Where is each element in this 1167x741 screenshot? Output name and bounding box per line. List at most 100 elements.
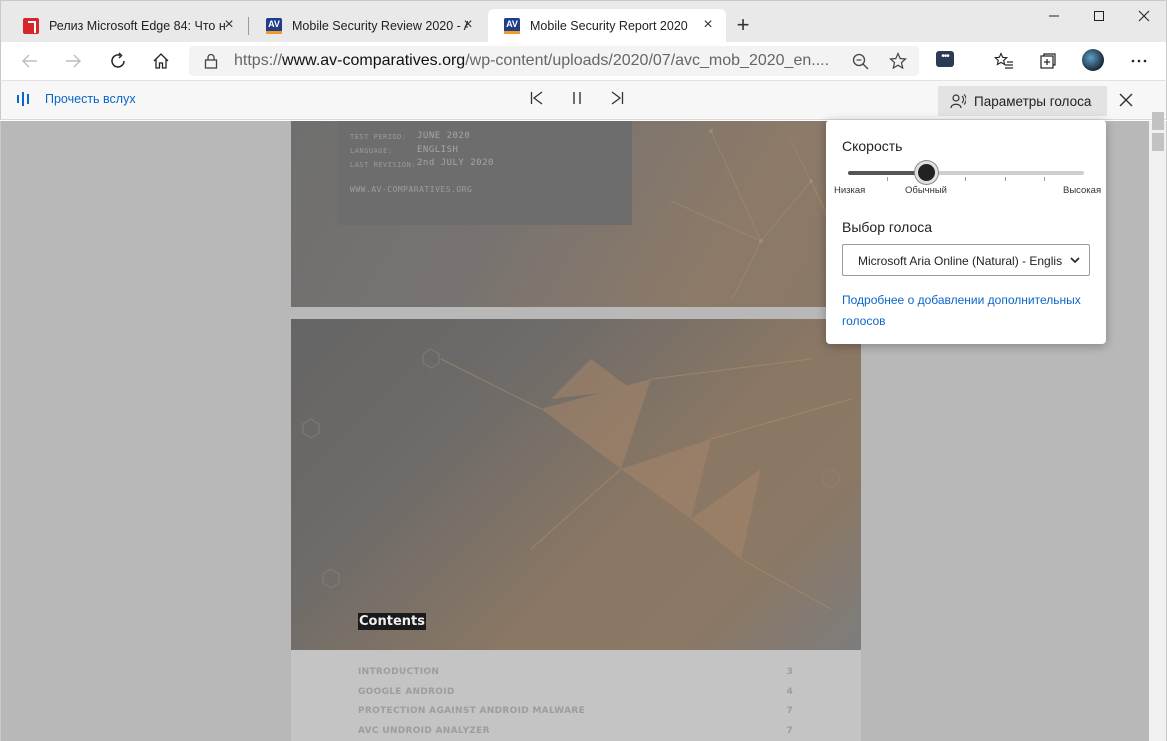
av-comparatives-favicon-icon: AV <box>266 18 282 34</box>
voice-icon <box>950 94 966 109</box>
speed-high-label: Высокая <box>1063 185 1102 196</box>
speed-low-label: Низкая <box>834 185 866 196</box>
voice-settings-button[interactable]: Параметры голоса <box>938 86 1107 116</box>
toc-entry-page: 7 <box>786 726 793 736</box>
maximize-button[interactable] <box>1076 1 1122 31</box>
language-value: ENGLISH <box>417 145 459 155</box>
tab-edge-release[interactable]: Релиз Microsoft Edge 84: Что но × <box>7 9 247 43</box>
previous-paragraph-icon[interactable] <box>529 90 545 106</box>
collections-button[interactable] <box>1034 47 1062 75</box>
pause-icon[interactable] <box>569 90 585 106</box>
toc-entry-title: INTRODUCTION <box>358 667 440 677</box>
lock-icon <box>204 53 218 69</box>
tab-mobile-security-report[interactable]: AV Mobile Security Report 2020 × <box>488 9 726 43</box>
test-period-label: TEST PERIOD: <box>350 133 407 141</box>
favorites-list-icon <box>994 52 1013 69</box>
scroll-thumb-placeholder <box>1152 112 1164 130</box>
edge-release-favicon-icon <box>23 18 39 34</box>
toc-entry[interactable]: GOOGLE ANDROID 4 <box>358 687 793 697</box>
toc-entry-title: PROTECTION AGAINST ANDROID MALWARE <box>358 706 586 716</box>
home-button[interactable] <box>147 47 175 75</box>
profile-avatar[interactable] <box>1082 49 1104 71</box>
toc-entry-page: 4 <box>786 687 793 697</box>
favorites-button[interactable] <box>990 47 1018 75</box>
slider-tick <box>887 177 888 181</box>
address-bar[interactable]: https://www.av-comparatives.org/wp-conte… <box>189 46 919 76</box>
toc-entry[interactable]: PROTECTION AGAINST ANDROID MALWARE 7 <box>358 706 793 716</box>
browser-toolbar: https://www.av-comparatives.org/wp-conte… <box>0 42 1167 80</box>
read-aloud-label: Прочесть вслух <box>45 92 136 106</box>
url-path: /wp-content/uploads/2020/07/avc_mob_2020… <box>465 52 830 69</box>
more-voices-link[interactable]: Подробнее о добавлении дополнительных го… <box>842 290 1097 332</box>
voice-select-value: Microsoft Aria Online (Natural) - Englis… <box>858 254 1063 268</box>
speed-normal-label: Обычный <box>905 185 947 196</box>
home-icon <box>153 53 169 69</box>
favorite-star-icon[interactable] <box>889 52 907 70</box>
new-tab-button[interactable]: + <box>731 13 755 37</box>
close-tab-icon[interactable]: × <box>700 17 716 33</box>
tab-mobile-security-review[interactable]: AV Mobile Security Review 2020 - AV × <box>250 9 486 43</box>
close-icon <box>1138 10 1150 22</box>
refresh-button[interactable] <box>104 47 132 75</box>
speed-title: Скорость <box>842 138 903 154</box>
back-button[interactable] <box>16 47 44 75</box>
extension-icon[interactable]: ••• <box>936 51 954 67</box>
maximize-icon <box>1094 11 1104 21</box>
minimize-icon <box>1049 15 1059 17</box>
pdf-page-contents: Contents <box>291 319 861 650</box>
toc-entry-title: GOOGLE ANDROID <box>358 687 455 697</box>
refresh-icon <box>111 52 125 68</box>
toc-entry[interactable]: INTRODUCTION 3 <box>358 667 793 677</box>
slider-tick <box>1044 177 1045 181</box>
url-scheme: https:// <box>234 52 283 69</box>
voice-select-dropdown[interactable]: Microsoft Aria Online (Natural) - Englis… <box>842 244 1090 276</box>
read-aloud-button[interactable]: Прочесть вслух <box>17 92 136 106</box>
pdf-page-cover: TEST PERIOD: JUNE 2020 LANGUAGE: ENGLISH… <box>291 121 861 307</box>
av-comparatives-favicon-icon: AV <box>504 18 520 34</box>
speed-slider-thumb[interactable] <box>914 161 938 184</box>
table-of-contents: INTRODUCTION 3 GOOGLE ANDROID 4 PROTECTI… <box>291 650 861 741</box>
report-info-box: TEST PERIOD: JUNE 2020 LANGUAGE: ENGLISH… <box>338 121 632 225</box>
vertical-scrollbar[interactable] <box>1149 112 1167 741</box>
tab-title: Mobile Security Report 2020 <box>530 19 688 33</box>
settings-more-button[interactable] <box>1125 47 1153 75</box>
last-revision-value: 2nd JULY 2020 <box>417 158 494 168</box>
tab-separator <box>248 17 249 35</box>
minimize-button[interactable] <box>1031 1 1077 31</box>
voice-settings-label: Параметры голоса <box>974 93 1092 109</box>
scroll-thumb[interactable] <box>1152 133 1164 151</box>
voice-select-title: Выбор голоса <box>842 219 933 235</box>
close-tab-icon[interactable]: × <box>460 17 476 33</box>
tab-title: Mobile Security Review 2020 - AV <box>292 19 468 33</box>
zoom-icon[interactable] <box>852 53 869 70</box>
toc-entry-page: 7 <box>786 706 793 716</box>
voice-options-popup: Скорость Низкая Обычный Высокая Выбор го… <box>826 120 1106 344</box>
arrow-right-icon <box>66 54 81 68</box>
slider-tick <box>1005 177 1006 181</box>
network-graphic-decoration <box>302 348 852 610</box>
forward-button[interactable] <box>59 47 87 75</box>
toc-entry-page: 3 <box>786 667 793 677</box>
contents-heading: Contents <box>358 613 426 630</box>
slider-tick <box>965 177 966 181</box>
collections-icon <box>1040 53 1056 69</box>
toc-entry[interactable]: AVC UNDROID ANALYZER 7 <box>358 726 793 736</box>
tab-strip: Релиз Microsoft Edge 84: Что но × AV Mob… <box>0 0 1167 43</box>
more-dots-icon <box>1131 59 1147 63</box>
tab-title: Релиз Microsoft Edge 84: Что но <box>49 19 225 33</box>
close-tab-icon[interactable]: × <box>221 17 237 33</box>
window-close-button[interactable] <box>1121 1 1167 31</box>
read-aloud-icon <box>17 92 33 106</box>
chevron-down-icon <box>1070 257 1080 264</box>
next-paragraph-icon[interactable] <box>609 90 625 106</box>
test-period-value: JUNE 2020 <box>417 131 471 141</box>
arrow-left-icon <box>22 54 37 68</box>
url-host: www.av-comparatives.org <box>282 52 466 69</box>
website-url: WWW.AV-COMPARATIVES.ORG <box>350 185 473 194</box>
speed-slider-track[interactable] <box>848 171 1084 175</box>
url-text[interactable]: https://www.av-comparatives.org/wp-conte… <box>234 52 834 70</box>
toc-entry-title: AVC UNDROID ANALYZER <box>358 726 490 736</box>
language-label: LANGUAGE: <box>350 147 393 155</box>
close-read-aloud-icon[interactable] <box>1117 91 1135 109</box>
last-revision-label: LAST REVISION: <box>350 161 417 169</box>
